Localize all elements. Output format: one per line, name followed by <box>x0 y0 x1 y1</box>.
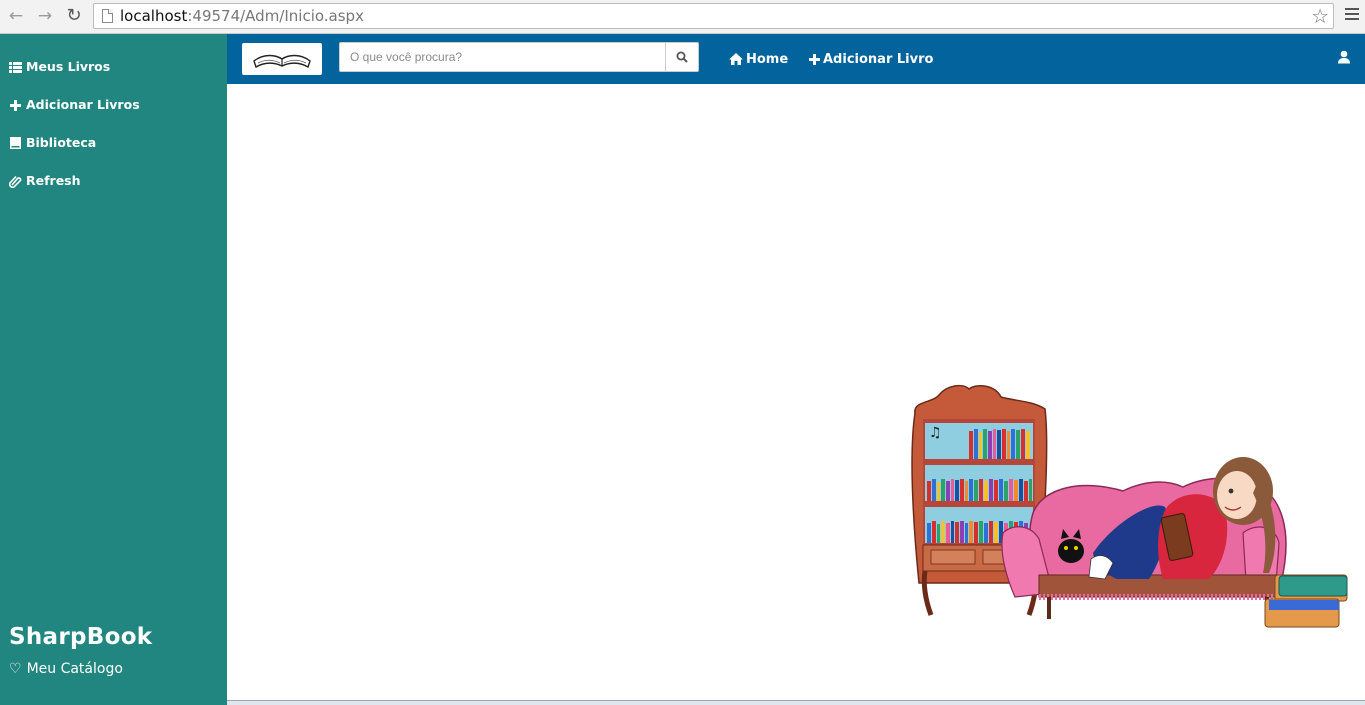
search-box <box>339 42 699 72</box>
heart-icon: ♡ <box>9 661 22 677</box>
browser-menu-icon[interactable] <box>1345 8 1359 22</box>
user-icon[interactable] <box>1337 49 1351 65</box>
sidebar-item-label: Refresh <box>26 173 81 188</box>
sidebar-item-label: Meus Livros <box>26 59 111 74</box>
list-icon <box>9 61 22 74</box>
search-input[interactable] <box>340 43 666 71</box>
nav-link-label: Home <box>746 51 789 67</box>
nav-link-home[interactable]: Home <box>729 50 788 68</box>
plus-icon <box>809 53 820 65</box>
sidebar-item-refresh[interactable]: Refresh <box>9 171 81 191</box>
bookmark-star-icon[interactable]: ☆ <box>1311 4 1329 28</box>
svg-text:♫: ♫ <box>929 425 942 441</box>
url-path: :49574/Adm/Inicio.aspx <box>187 7 364 25</box>
sidebar-item-meus-livros[interactable]: Meus Livros <box>9 57 110 77</box>
suitcases <box>1264 574 1348 628</box>
sidebar-item-adicionar-livros[interactable]: Adicionar Livros <box>9 95 140 115</box>
forward-icon[interactable]: → <box>35 6 55 26</box>
search-button[interactable] <box>665 43 698 71</box>
back-icon[interactable]: ← <box>6 6 26 26</box>
top-navbar: Home Adicionar Livro <box>227 34 1365 84</box>
book-icon <box>9 137 22 150</box>
reading-girl-illustration: ♫ <box>911 384 1348 628</box>
page-icon <box>102 9 113 23</box>
home-icon <box>729 53 743 65</box>
taskbar <box>227 700 1365 705</box>
brand-title: SharpBook <box>9 624 153 650</box>
sidebar-item-label: Biblioteca <box>26 135 97 150</box>
url-text[interactable]: localhost:49574/Adm/Inicio.aspx <box>120 7 364 25</box>
sidebar-item-biblioteca[interactable]: Biblioteca <box>9 133 96 153</box>
search-icon <box>676 51 688 63</box>
address-bar[interactable]: localhost:49574/Adm/Inicio.aspx ☆ <box>93 3 1334 29</box>
url-host: localhost <box>120 7 188 25</box>
browser-toolbar: ← → ↻ localhost:49574/Adm/Inicio.aspx ☆ <box>0 0 1365 34</box>
nav-link-label: Adicionar Livro <box>823 51 934 67</box>
brand-subtitle: ♡ Meu Catálogo <box>9 661 123 677</box>
sidebar: Meus Livros Adicionar Livros Biblioteca … <box>0 34 227 705</box>
plus-icon <box>9 99 22 112</box>
reload-icon[interactable]: ↻ <box>64 6 84 26</box>
brand-subtitle-text: Meu Catálogo <box>26 661 123 677</box>
paperclip-icon <box>9 175 22 188</box>
nav-link-adicionar-livro[interactable]: Adicionar Livro <box>809 50 933 68</box>
logo[interactable] <box>242 43 322 75</box>
sidebar-item-label: Adicionar Livros <box>26 97 140 112</box>
open-book-icon <box>253 54 311 69</box>
